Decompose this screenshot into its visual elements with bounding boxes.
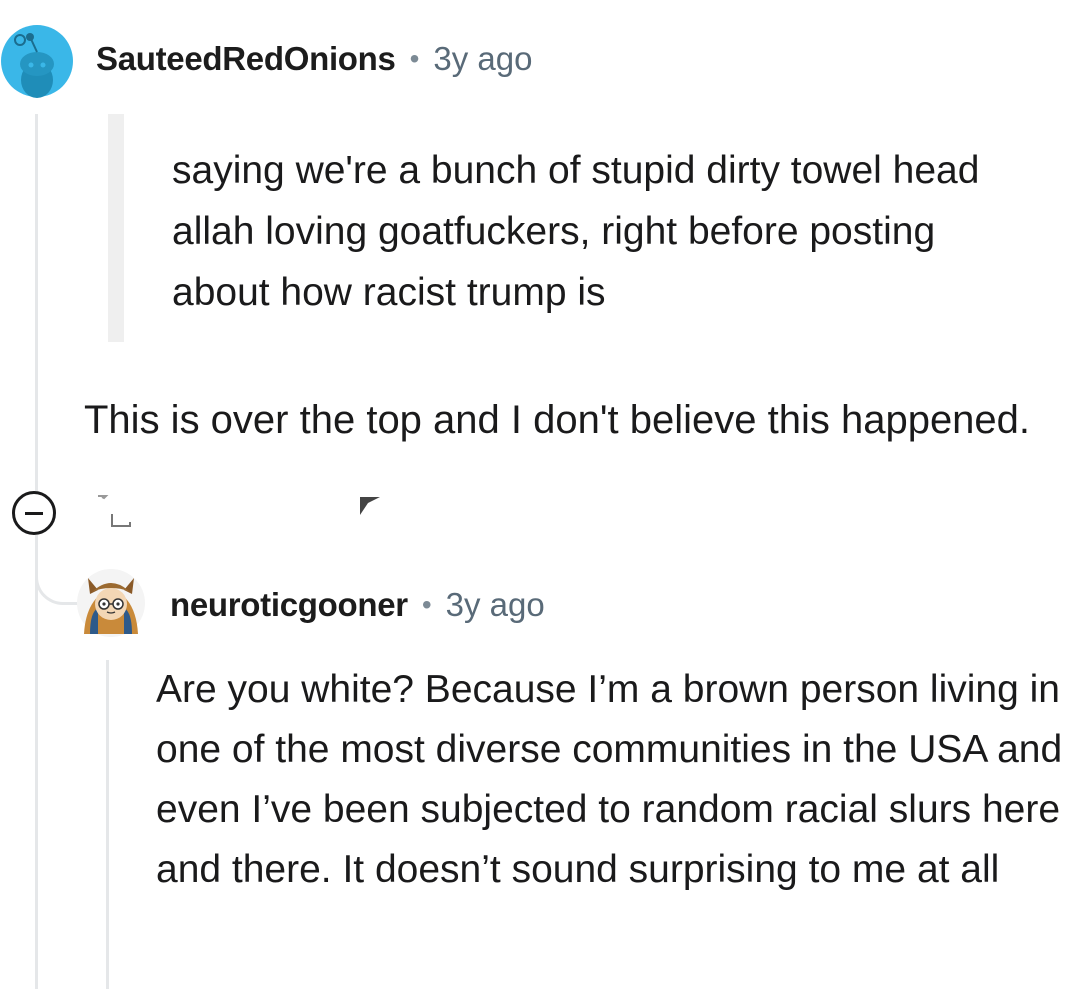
thread-line: [35, 114, 38, 494]
meta-separator: •: [421, 589, 432, 620]
broken-icon: [96, 494, 136, 543]
broken-icon: [358, 495, 388, 530]
timestamp[interactable]: 3y ago: [446, 586, 545, 624]
meta-separator: •: [409, 43, 420, 74]
blockquote-text: saying we're a bunch of stupid dirty tow…: [172, 149, 980, 314]
comment-header: neuroticgooner • 3y ago: [170, 586, 545, 624]
username[interactable]: SauteedRedOnions: [96, 40, 396, 78]
comment-body: This is over the top and I don't believe…: [84, 398, 1031, 442]
timestamp[interactable]: 3y ago: [433, 40, 532, 78]
owl-hood-avatar-icon[interactable]: [76, 568, 146, 638]
reply-thread-line: [106, 660, 109, 989]
comment-body: Are you white? Because I’m a brown perso…: [156, 668, 1063, 891]
reddit-snoo-avatar-icon[interactable]: [0, 24, 74, 98]
minus-icon: [25, 511, 43, 515]
comment-header: SauteedRedOnions • 3y ago: [96, 40, 533, 78]
thread-reply-connector: [35, 535, 79, 605]
collapse-thread-button[interactable]: [12, 491, 56, 535]
blockquote-bar: [108, 114, 124, 342]
username[interactable]: neuroticgooner: [170, 586, 408, 624]
thread-line-lower: [35, 535, 38, 989]
